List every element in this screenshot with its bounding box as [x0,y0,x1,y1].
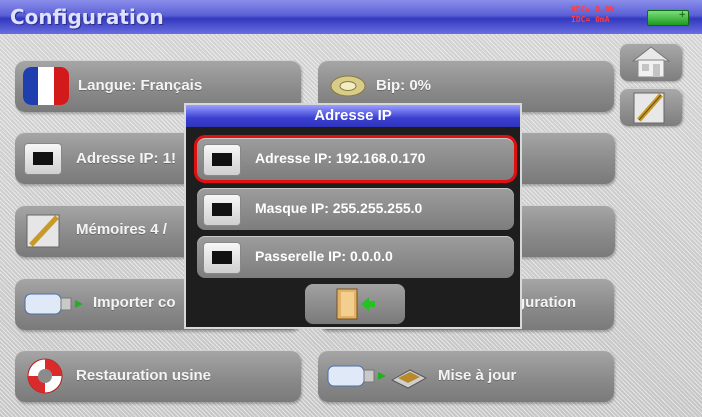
edit-button[interactable] [620,88,682,126]
ethernet-port-icon [203,194,241,226]
dialog-item-ip-mask[interactable]: Masque IP: 255.255.255.0 [197,188,514,230]
home-icon [631,46,671,78]
ip-address-label: Adresse IP: 1! [76,150,177,167]
dialog-item-label: Masque IP: 255.255.255.0 [255,200,423,216]
dialog-item-gateway[interactable]: Passerelle IP: 0.0.0.0 [197,236,514,278]
bip-label: Bip: 0% [376,77,432,94]
france-flag-icon [23,67,69,105]
usb-chip-icon [327,365,428,389]
dialog-exit-button[interactable] [305,284,405,324]
current-readout: IDC= 0mA [571,15,610,24]
lifebuoy-icon [27,358,63,394]
voltage-readout: VDC= 0.0V [571,5,615,14]
update-label: Mise à jour [438,367,517,384]
pen-document-icon [26,214,60,248]
export-config-label: guration [516,294,576,311]
language-label: Langue: Français [78,77,203,94]
import-config-label: Importer co [93,294,176,311]
ip-address-dialog: Adresse IP Adresse IP: 192.168.0.170 Mas… [184,103,522,329]
exit-door-icon [336,288,375,320]
ethernet-port-icon [24,143,62,175]
dialog-title: Adresse IP [186,105,520,127]
dialog-item-ip-address[interactable]: Adresse IP: 192.168.0.170 [194,135,517,183]
ethernet-port-icon [203,242,241,274]
dialog-item-label: Passerelle IP: 0.0.0.0 [255,248,393,264]
usb-drive-icon [24,293,83,315]
battery-sign: + [678,10,686,20]
update-button[interactable]: Mise à jour [318,350,614,402]
factory-reset-button[interactable]: Restauration usine [15,350,301,402]
pen-document-icon [633,92,665,124]
page-title: Configuration [10,5,164,29]
title-bar: Configuration VDC= 0.0V IDC= 0mA + [0,0,702,34]
speaker-icon [330,75,366,97]
factory-reset-label: Restauration usine [76,367,212,384]
home-button[interactable] [620,43,682,81]
dialog-item-label: Adresse IP: 192.168.0.170 [255,150,426,166]
battery-icon: + [647,10,689,26]
memories-label: Mémoires 4 / [76,221,167,238]
ethernet-port-icon [203,144,241,176]
